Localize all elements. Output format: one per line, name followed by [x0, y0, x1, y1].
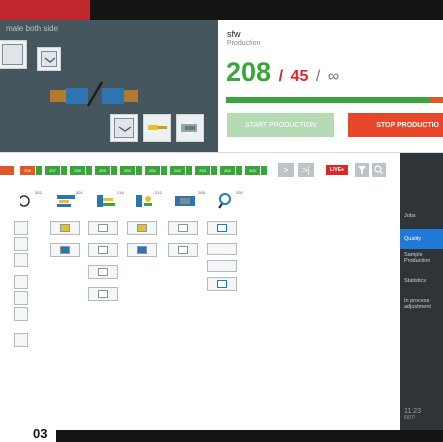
tool-cell[interactable] — [127, 221, 157, 235]
step-arrow — [261, 166, 267, 175]
footer-bar — [56, 430, 443, 442]
column-icon-partial[interactable] — [18, 192, 42, 210]
clock: 11:23 6/07/ — [404, 408, 421, 421]
column-number: 205 — [198, 190, 205, 195]
start-production-button[interactable]: START PRODUCTION — [227, 113, 334, 137]
step-arrow — [136, 166, 142, 175]
cable-graphic — [42, 78, 152, 112]
tool-cell[interactable] — [14, 221, 28, 235]
sleeve-tool-icon[interactable] — [174, 192, 196, 210]
step-chip[interactable]: 263 — [195, 166, 210, 175]
step-chip[interactable]: 258 — [70, 166, 85, 175]
step-arrow — [111, 166, 117, 175]
sidebar-item-sample-production[interactable]: Sample Production — [400, 252, 443, 264]
sidebar: Jobs Quality Sample Production Statistic… — [400, 153, 443, 430]
counter-slash-1: / — [278, 68, 284, 85]
production-progress — [226, 97, 443, 103]
tool-cell[interactable] — [207, 243, 237, 255]
step-arrow — [211, 166, 217, 175]
search-icon[interactable] — [372, 163, 386, 177]
last-step-button[interactable]: >| — [298, 163, 314, 177]
tool-cell[interactable] — [88, 243, 118, 257]
tool-cell[interactable] — [14, 275, 28, 289]
stripper-icon[interactable] — [55, 192, 77, 210]
filter-icon[interactable] — [355, 163, 369, 177]
top-bar-accent — [0, 0, 90, 20]
sidebar-item-in-process-adjustment[interactable]: In process adjustment — [400, 298, 443, 310]
column-number: 212 — [155, 190, 162, 195]
step-arrow — [36, 166, 42, 175]
job-subtitle: Production — [227, 40, 261, 47]
tool-cell[interactable] — [50, 243, 80, 257]
step-arrow — [186, 166, 192, 175]
step-chip[interactable]: 261 — [145, 166, 160, 175]
config-tile-left[interactable] — [0, 40, 27, 69]
divider — [0, 152, 443, 153]
tool-cell[interactable] — [168, 243, 198, 257]
tool-cell[interactable] — [14, 333, 28, 347]
counter-slash-2: / — [315, 68, 321, 85]
tool-cell[interactable] — [207, 221, 237, 235]
step-arrow — [86, 166, 92, 175]
clock-time: 11:23 — [404, 408, 421, 415]
config-tile-top[interactable] — [37, 47, 61, 71]
tool-cell[interactable] — [88, 221, 118, 235]
infinity-count: ∞ — [327, 68, 340, 85]
step-arrow — [236, 166, 242, 175]
tool-cell[interactable] — [14, 291, 28, 305]
sidebar-item-quality[interactable]: Quality — [400, 229, 443, 249]
tool-cell[interactable] — [127, 243, 157, 257]
step-chip[interactable]: 259 — [95, 166, 110, 175]
seal-tool-icon[interactable] — [134, 192, 156, 210]
produced-count: 208 — [226, 57, 272, 87]
target-count: 45 — [290, 68, 309, 85]
tool-cell[interactable] — [207, 277, 237, 291]
progress-fill — [226, 97, 430, 103]
tool-cell[interactable] — [88, 265, 118, 279]
step-chip[interactable]: 262 — [170, 166, 185, 175]
step-toolbar: 256 257 258 259 260 261 262 263 264 265 > >| LIVE… — [0, 160, 400, 180]
magnifier-icon[interactable] — [216, 192, 238, 210]
stop-production-button[interactable]: STOP PRODUCTIO — [348, 113, 443, 137]
production-counter: 208 / 45 / ∞ — [226, 56, 339, 93]
step-chip[interactable]: 257 — [45, 166, 60, 175]
step-chip-partial[interactable] — [0, 166, 14, 175]
live-badge[interactable]: LIVE● — [326, 165, 348, 175]
column-number: 214 — [117, 190, 124, 195]
tool-cell[interactable] — [14, 237, 28, 251]
tool-cell[interactable] — [168, 221, 198, 235]
machine-panel-title: male both side — [6, 24, 59, 33]
sidebar-item-jobs[interactable]: Jobs — [400, 213, 443, 219]
production-panel: sfw Production 208 / 45 / ∞ START PRODUC… — [218, 20, 443, 152]
crimp-tool-icon[interactable] — [95, 192, 117, 210]
tool-cell[interactable] — [88, 287, 118, 301]
step-arrow — [161, 166, 167, 175]
next-step-button[interactable]: > — [278, 163, 294, 177]
tool-cell[interactable] — [14, 307, 28, 321]
machine-panel: male both side — [0, 20, 218, 152]
step-chip[interactable]: 265 — [245, 166, 260, 175]
sidebar-item-statistics[interactable]: Statistics — [400, 278, 443, 284]
clock-date: 6/07/ — [404, 415, 416, 421]
step-chip[interactable]: 256 — [20, 166, 35, 175]
step-chip[interactable]: 260 — [120, 166, 135, 175]
config-tile-bottom-1[interactable] — [110, 114, 138, 142]
page-number: 03 — [33, 426, 48, 441]
tool-cell[interactable] — [14, 253, 28, 267]
tool-cell[interactable] — [50, 221, 80, 235]
step-arrow — [61, 166, 67, 175]
column-number: 301 — [76, 190, 83, 195]
tool-cell[interactable] — [207, 260, 237, 272]
config-tile-bottom-2[interactable] — [143, 114, 171, 142]
job-name: sfw — [227, 29, 241, 39]
step-chip[interactable]: 264 — [220, 166, 235, 175]
config-tile-bottom-3[interactable] — [176, 114, 204, 142]
progress-end-marker — [430, 97, 443, 103]
